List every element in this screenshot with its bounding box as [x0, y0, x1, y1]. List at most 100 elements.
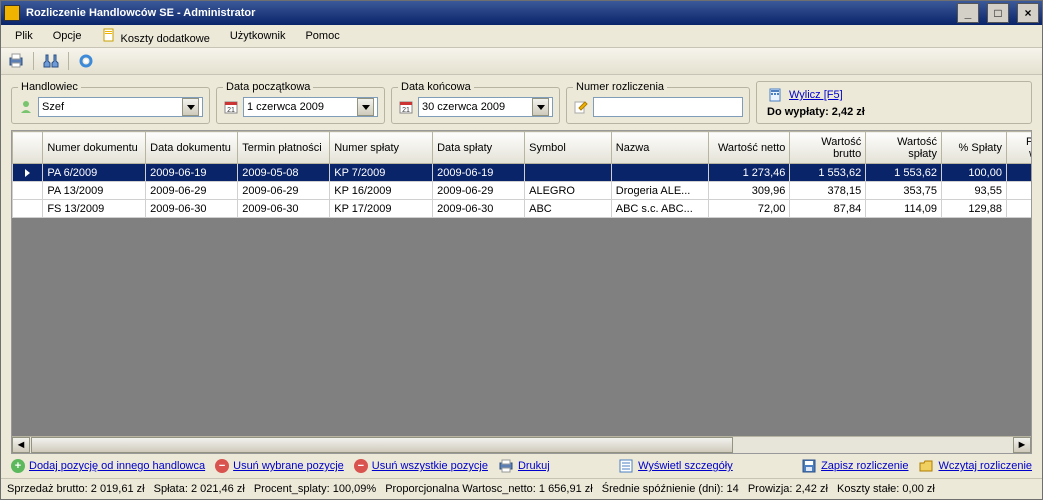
col-1[interactable]: Data dokumentu	[146, 132, 238, 164]
cell[interactable]: 2009-06-30	[238, 200, 330, 218]
h-scrollbar[interactable]: ◄ ►	[12, 436, 1031, 453]
load-action[interactable]: Wczytaj rozliczenie	[918, 458, 1032, 474]
cell[interactable]: 1 553,62	[790, 164, 866, 182]
col-8[interactable]: Wartość brutto	[790, 132, 866, 164]
scroll-left-button[interactable]: ◄	[12, 437, 30, 453]
col-2[interactable]: Termin płatności	[238, 132, 330, 164]
cell[interactable]	[611, 164, 708, 182]
col-4[interactable]: Data spłaty	[433, 132, 525, 164]
save-action[interactable]: Zapisz rozliczenie	[801, 458, 908, 474]
row-selector[interactable]	[13, 164, 43, 182]
cell[interactable]: 114,09	[866, 200, 942, 218]
payout-label: Do wypłaty:	[767, 106, 832, 118]
data-kon-drop[interactable]	[532, 98, 549, 116]
cell[interactable]: KP 16/2009	[330, 182, 433, 200]
cell[interactable]: 2009-06-29	[238, 182, 330, 200]
del-selected-action[interactable]: − Usuń wybrane pozycje	[215, 459, 344, 473]
col-11[interactable]: Proporcj wartość	[1006, 132, 1031, 164]
cell[interactable]: 2009-06-30	[433, 200, 525, 218]
menu-uzytkownik[interactable]: Użytkownik	[222, 28, 294, 44]
wylicz-link[interactable]: Wylicz [F5]	[789, 89, 843, 101]
handlowiec-legend: Handlowiec	[18, 81, 81, 93]
cell[interactable]: ABC	[525, 200, 612, 218]
cell[interactable]: 2009-06-30	[146, 200, 238, 218]
cell[interactable]: 1 273,46	[709, 164, 790, 182]
cell[interactable]: 2009-06-19	[433, 164, 525, 182]
cell[interactable]: 2009-05-08	[238, 164, 330, 182]
cell[interactable]: Drogeria ALE...	[611, 182, 708, 200]
menu-opcje[interactable]: Opcje	[45, 28, 90, 44]
cell[interactable]	[1006, 200, 1031, 218]
table-row[interactable]: PA 13/20092009-06-292009-06-29KP 16/2009…	[13, 182, 1032, 200]
data-pocz-value: 1 czerwca 2009	[247, 101, 354, 113]
status-7: Koszty stałe: 0,00 zł	[837, 483, 935, 495]
cell[interactable]: ABC s.c. ABC...	[611, 200, 708, 218]
cell[interactable]: KP 17/2009	[330, 200, 433, 218]
cell[interactable]: 2009-06-19	[146, 164, 238, 182]
scroll-thumb[interactable]	[31, 437, 733, 453]
window-title: Rozliczenie Handlowców SE - Administrato…	[26, 7, 949, 19]
cell[interactable]: ALEGRO	[525, 182, 612, 200]
table-row[interactable]: PA 6/20092009-06-192009-05-08KP 7/200920…	[13, 164, 1032, 182]
cell[interactable]: 100,00	[942, 164, 1007, 182]
scroll-right-button[interactable]: ►	[1013, 437, 1031, 453]
cell[interactable]: PA 13/2009	[43, 182, 146, 200]
del-all-action[interactable]: − Usuń wszystkie pozycje	[354, 459, 488, 473]
cell[interactable]	[1006, 182, 1031, 200]
app-window: Rozliczenie Handlowców SE - Administrato…	[0, 0, 1043, 500]
cell[interactable]: 93,55	[942, 182, 1007, 200]
numer-rozliczenia-group: Numer rozliczenia	[566, 81, 750, 124]
titlebar: Rozliczenie Handlowców SE - Administrato…	[1, 1, 1042, 25]
cell[interactable]: 1 553,62	[866, 164, 942, 182]
handlowiec-drop-button[interactable]	[182, 98, 199, 116]
close-button[interactable]: ×	[1017, 3, 1039, 23]
numer-rozl-input[interactable]	[593, 97, 743, 117]
minimize-button[interactable]: _	[957, 3, 979, 23]
handlowiec-combo[interactable]: Szef	[38, 97, 203, 117]
menu-pomoc[interactable]: Pomoc	[297, 28, 347, 44]
table-row[interactable]: FS 13/20092009-06-302009-06-30KP 17/2009…	[13, 200, 1032, 218]
gear-icon[interactable]	[77, 52, 95, 70]
cell[interactable]: FS 13/2009	[43, 200, 146, 218]
col-9[interactable]: Wartość spłaty	[866, 132, 942, 164]
data-grid: Numer dokumentu Data dokumentu Termin pł…	[11, 130, 1032, 454]
data-pocz-drop[interactable]	[357, 98, 374, 116]
menu-koszty[interactable]: Koszty dodatkowe	[93, 25, 217, 47]
maximize-button[interactable]: □	[987, 3, 1009, 23]
cell[interactable]: 353,75	[866, 182, 942, 200]
cell[interactable]: 72,00	[709, 200, 790, 218]
col-3[interactable]: Numer spłaty	[330, 132, 433, 164]
tools-icon[interactable]	[42, 52, 60, 70]
cell[interactable]: 378,15	[790, 182, 866, 200]
cell[interactable]: KP 7/2009	[330, 164, 433, 182]
cell[interactable]	[525, 164, 612, 182]
row-selector[interactable]	[13, 182, 43, 200]
save-label: Zapisz rozliczenie	[821, 460, 908, 472]
menu-plik[interactable]: Plik	[7, 28, 41, 44]
cell[interactable]	[1006, 164, 1031, 182]
col-6[interactable]: Nazwa	[611, 132, 708, 164]
cell[interactable]: 129,88	[942, 200, 1007, 218]
print-icon[interactable]	[7, 52, 25, 70]
col-10[interactable]: % Spłaty	[942, 132, 1007, 164]
plus-icon: +	[11, 459, 25, 473]
col-7[interactable]: Wartość netto	[709, 132, 790, 164]
cell[interactable]: 309,96	[709, 182, 790, 200]
details-action[interactable]: Wyświetl szczegóły	[618, 458, 733, 474]
cell[interactable]: 2009-06-29	[146, 182, 238, 200]
print-action[interactable]: Drukuj	[498, 458, 550, 474]
cell[interactable]: PA 6/2009	[43, 164, 146, 182]
cell[interactable]: 87,84	[790, 200, 866, 218]
col-5[interactable]: Symbol	[525, 132, 612, 164]
col-0[interactable]: Numer dokumentu	[43, 132, 146, 164]
add-row-action[interactable]: + Dodaj pozycję od innego handlowca	[11, 459, 205, 473]
row-selector[interactable]	[13, 200, 43, 218]
current-row-indicator-icon	[25, 169, 30, 177]
data-kon-input[interactable]: 30 czerwca 2009	[418, 97, 553, 117]
data-pocz-input[interactable]: 1 czerwca 2009	[243, 97, 378, 117]
add-row-label: Dodaj pozycję od innego handlowca	[29, 460, 205, 472]
cell[interactable]: 2009-06-29	[433, 182, 525, 200]
row-selector-header[interactable]	[13, 132, 43, 164]
payout-summary: Do wypłaty: 2,42 zł	[767, 106, 1021, 118]
menu-koszty-label: Koszty dodatkowe	[121, 33, 210, 45]
